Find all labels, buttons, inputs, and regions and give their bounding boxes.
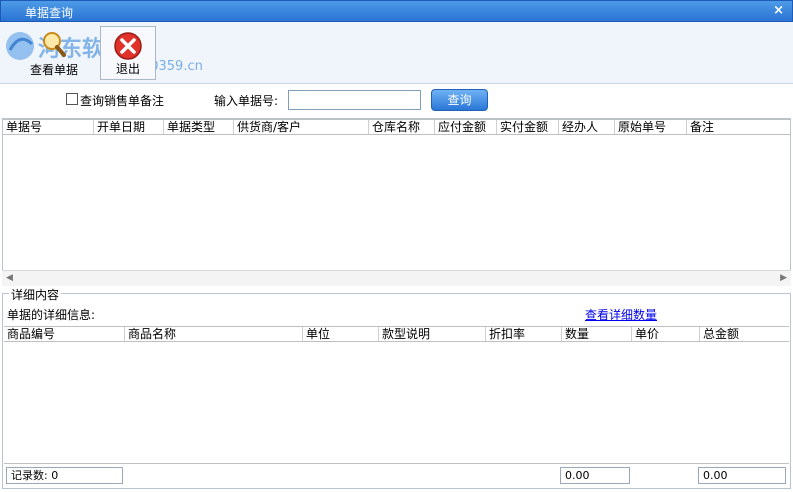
column-header[interactable]: 备注 <box>686 120 790 134</box>
close-icon[interactable]: × <box>773 3 784 18</box>
column-header[interactable]: 单价 <box>631 327 699 341</box>
horizontal-scrollbar[interactable]: ◀ ▶ <box>2 270 791 286</box>
column-header[interactable]: 单据类型 <box>163 120 233 134</box>
document-number-label: 输入单据号: <box>214 94 279 108</box>
scroll-right-icon[interactable]: ▶ <box>780 273 787 283</box>
exit-label: 退出 <box>115 62 140 76</box>
column-header[interactable]: 仓库名称 <box>368 120 434 134</box>
column-header[interactable]: 折扣率 <box>485 327 561 341</box>
magnifier-icon <box>43 32 66 57</box>
column-header[interactable]: 开单日期 <box>93 120 163 134</box>
column-header[interactable]: 实付金额 <box>496 120 558 134</box>
detail-grid-body[interactable] <box>4 343 789 464</box>
window-title: 单据查询 <box>25 6 74 20</box>
sales-remark-checkbox[interactable] <box>66 93 78 105</box>
exit-button[interactable]: 退出 <box>100 26 156 80</box>
detail-info-label: 单据的详细信息: <box>7 308 96 322</box>
column-header[interactable]: 总金额 <box>699 327 789 341</box>
view-detail-quantity-link[interactable]: 查看详细数量 <box>585 306 657 323</box>
document-number-input[interactable] <box>288 90 421 110</box>
toolbar: 河东软件园 www.pc0359.cn 查看单据 退出 <box>0 22 793 84</box>
column-header[interactable]: 应付金额 <box>434 120 496 134</box>
column-header[interactable]: 款型说明 <box>378 327 485 341</box>
view-document-label: 查看单据 <box>29 63 78 77</box>
query-button[interactable]: 查询 <box>431 89 488 111</box>
column-header[interactable]: 经办人 <box>558 120 614 134</box>
amount-total-field: 0.00 <box>698 467 786 484</box>
column-header[interactable]: 单据号 <box>3 120 93 134</box>
column-header[interactable]: 数量 <box>561 327 631 341</box>
detail-grid-header: 商品编号 商品名称 单位 款型说明 折扣率 数量 单价 总金额 <box>4 326 789 342</box>
search-bar: 查询销售单备注 输入单据号: 查询 <box>0 84 793 118</box>
scroll-left-icon[interactable]: ◀ <box>6 273 13 283</box>
detail-group-title: 详细内容 <box>9 286 62 303</box>
sales-remark-checkbox-label: 查询销售单备注 <box>80 94 165 108</box>
document-list-header: 单据号 开单日期 单据类型 供货商/客户 仓库名称 应付金额 实付金额 经办人 … <box>3 119 790 135</box>
column-header[interactable]: 商品名称 <box>124 327 302 341</box>
document-list-grid[interactable] <box>2 118 791 286</box>
column-header[interactable]: 原始单号 <box>614 120 686 134</box>
record-count-field: 记录数: 0 <box>6 467 123 484</box>
exit-x-icon <box>114 32 142 60</box>
quantity-total-field: 0.00 <box>560 467 630 484</box>
column-header[interactable]: 商品编号 <box>4 327 124 341</box>
column-header[interactable]: 供货商/客户 <box>233 120 368 134</box>
title-bar: 单据查询 × <box>0 0 793 22</box>
view-document-button[interactable]: 查看单据 <box>26 26 82 80</box>
column-header[interactable]: 单位 <box>302 327 378 341</box>
